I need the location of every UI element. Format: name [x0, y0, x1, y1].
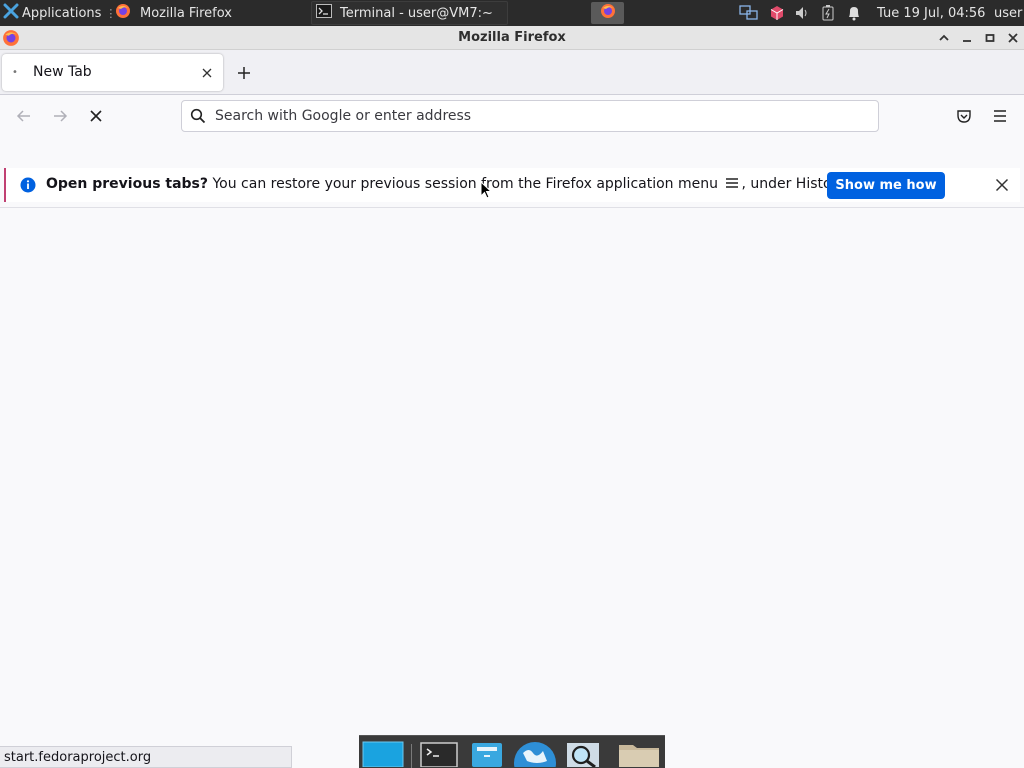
package-icon[interactable] [766, 0, 788, 26]
forward-button[interactable] [48, 104, 72, 128]
xfce-logo-icon [3, 3, 19, 23]
window-maximize-button[interactable] [981, 29, 999, 47]
show-me-how-button[interactable]: Show me how [827, 172, 945, 199]
panel-clock[interactable]: Tue 19 Jul, 04:56 [877, 0, 985, 26]
tab-new-tab[interactable]: • New Tab [2, 54, 223, 91]
user-menu[interactable]: user [994, 0, 1022, 26]
applications-label: Applications [22, 5, 102, 21]
window-title: Mozilla Firefox [458, 30, 566, 45]
bottom-dock [359, 735, 665, 768]
terminal-icon[interactable] [417, 739, 461, 768]
applications-menu[interactable]: Applications ⋮ [0, 0, 116, 26]
info-icon [20, 177, 36, 197]
web-browser-icon[interactable] [513, 739, 557, 768]
window-minimize-button[interactable] [958, 29, 976, 47]
taskbar-firefox-label: Mozilla Firefox [140, 5, 232, 21]
status-panel: start.fedoraproject.org [0, 746, 292, 768]
taskbar-firefox-pinned[interactable] [591, 2, 624, 24]
restore-session-notification: Open previous tabs? You can restore your… [4, 168, 1020, 202]
notification-bell-icon[interactable] [843, 0, 865, 26]
window-titlebar[interactable]: Mozilla Firefox [0, 26, 1024, 50]
notification-text-before: You can restore your previous session fr… [208, 176, 723, 192]
folder-icon[interactable] [617, 739, 661, 768]
firefox-icon [115, 3, 131, 23]
app-menu-button[interactable] [988, 104, 1012, 128]
top-panel: Applications ⋮ Mozilla Firefox Terminal … [0, 0, 1024, 26]
tab-close-icon[interactable] [198, 64, 216, 82]
show-desktop-icon[interactable] [361, 739, 405, 768]
notification-close-icon[interactable] [993, 176, 1011, 194]
menu-icon [725, 177, 739, 193]
mouse-cursor [480, 180, 493, 203]
tab-favicon-dot: • [12, 67, 18, 78]
address-bar[interactable] [181, 100, 879, 132]
notification-title: Open previous tabs? [46, 176, 209, 192]
new-tab-button[interactable] [233, 62, 255, 84]
taskbar-firefox[interactable]: Mozilla Firefox [111, 1, 309, 25]
tab-label: New Tab [33, 64, 92, 80]
dock-separator [411, 744, 412, 768]
network-icon[interactable] [738, 0, 760, 26]
power-icon[interactable] [817, 0, 839, 26]
notification-message: Open previous tabs? You can restore your… [46, 176, 848, 193]
stop-loading-button[interactable] [84, 104, 108, 128]
file-manager-icon[interactable] [465, 739, 509, 768]
navigation-toolbar [0, 96, 1024, 136]
search-icon [190, 108, 206, 128]
pocket-button[interactable] [952, 104, 976, 128]
taskbar-terminal-label: Terminal - user@VM7:~ [340, 5, 493, 21]
notification-divider [0, 207, 1024, 208]
volume-icon[interactable] [791, 0, 813, 26]
window-shade-button[interactable] [935, 29, 953, 47]
back-button[interactable] [12, 104, 36, 128]
firefox-icon [600, 3, 616, 23]
search-icon[interactable] [561, 739, 605, 768]
tab-strip: • New Tab [0, 50, 1024, 95]
taskbar-terminal[interactable]: Terminal - user@VM7:~ [311, 1, 508, 25]
address-input[interactable] [215, 106, 855, 126]
terminal-icon [316, 4, 332, 22]
window-close-button[interactable] [1004, 29, 1022, 47]
